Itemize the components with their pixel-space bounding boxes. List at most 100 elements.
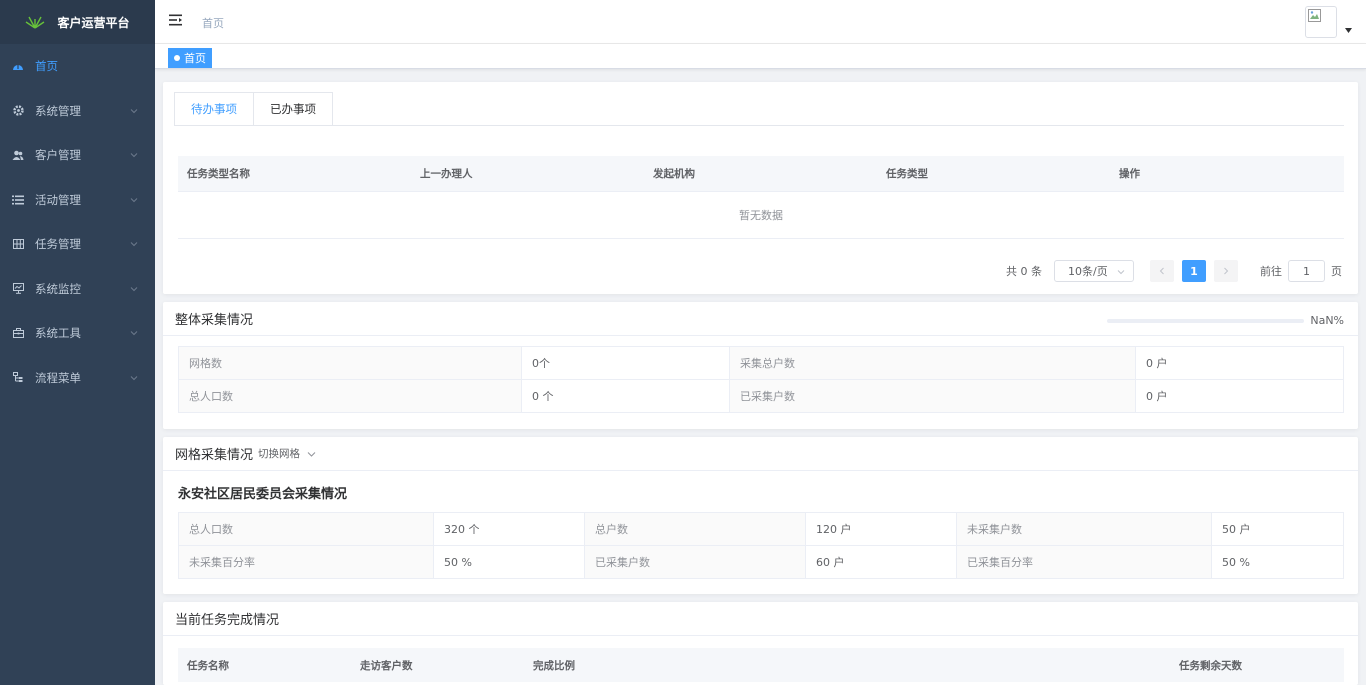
goto-label: 前往 [1260, 265, 1282, 278]
cell-label: 总人口数 [178, 512, 434, 546]
sidebar-item-label: 活动管理 [35, 192, 81, 207]
progress-track [1107, 318, 1305, 323]
chevron-left-icon [1159, 267, 1164, 275]
chevron-down-icon [307, 451, 316, 457]
cell-value: 320 个 [433, 512, 585, 546]
logo-icon [26, 16, 45, 29]
tags-view: 首页 [155, 44, 1366, 69]
grid-subtitle: 永安社区居民委员会采集情况 [178, 487, 348, 502]
column-header[interactable]: 任务类型 [877, 156, 1110, 192]
tasks-title: 当前任务完成情况 [175, 613, 280, 628]
table-header-row: 任务名称 走访客户数 完成比例 任务剩余天数 [178, 648, 1344, 682]
chevron-down-icon [130, 331, 138, 336]
card-header: 当前任务完成情况 [163, 602, 1358, 636]
column-header[interactable]: 任务名称 [178, 648, 351, 682]
cell-label: 已采集户数 [584, 545, 806, 579]
page-number[interactable]: 1 [1182, 260, 1206, 282]
goto-page-input[interactable]: 1 [1288, 260, 1325, 282]
column-header[interactable]: 发起机构 [644, 156, 877, 192]
cell-label: 总人口数 [178, 379, 522, 413]
list-icon [12, 194, 24, 206]
chevron-down-icon [130, 108, 138, 113]
pagination: 共 0 条 10条/页 1 前往 1 页 [1006, 260, 1342, 282]
tasks-card: 当前任务完成情况 任务名称 走访客户数 完成比例 任务剩余天数 [163, 602, 1358, 685]
tab-done[interactable]: 已办事项 [254, 93, 332, 126]
chevron-down-icon [130, 197, 138, 202]
sidebar-item-system-tools[interactable]: 系统工具 [0, 311, 155, 356]
column-header[interactable]: 操作 [1110, 156, 1344, 192]
cell-value: 0 户 [1135, 346, 1344, 380]
column-header[interactable]: 任务剩余天数 [1170, 648, 1344, 682]
card-header: 整体采集情况 NaN% [163, 302, 1358, 336]
sidebar-item-label: 客户管理 [35, 148, 81, 163]
sidebar-item-label: 系统监控 [35, 281, 81, 296]
prev-page-button[interactable] [1150, 260, 1174, 282]
app-title: 客户运营平台 [57, 15, 130, 30]
switch-grid-dropdown[interactable]: 切换网格 [258, 446, 316, 461]
tasks-table: 任务名称 走访客户数 完成比例 任务剩余天数 [178, 648, 1344, 682]
page-size-select[interactable]: 10条/页 [1054, 260, 1134, 282]
dashboard-icon [12, 60, 24, 72]
table-row: 未采集百分率 50 % 已采集户数 60 户 已采集百分率 50 % [178, 545, 1344, 579]
users-icon [12, 149, 24, 161]
cell-label: 采集总户数 [729, 346, 1136, 380]
sidebar-item-task-management[interactable]: 任务管理 [0, 222, 155, 267]
sidebar-item-system-monitor[interactable]: 系统监控 [0, 267, 155, 312]
tag-label: 首页 [184, 52, 206, 65]
cell-value: 50 % [1211, 545, 1344, 579]
cell-label: 未采集百分率 [178, 545, 434, 579]
avatar[interactable] [1305, 6, 1337, 38]
tabs-divider [174, 125, 1344, 126]
logo[interactable]: 客户运营平台 [0, 0, 155, 44]
tab-todo[interactable]: 待办事项 [175, 93, 254, 126]
cell-value: 0个 [521, 346, 730, 380]
todo-card: 待办事项 已办事项 任务类型名称 上一办理人 发起机构 任务类型 操作 暂无数据… [163, 82, 1358, 294]
chevron-down-icon [130, 153, 138, 158]
sidebar-item-label: 首页 [35, 59, 58, 74]
sidebar-item-customer-management[interactable]: 客户管理 [0, 133, 155, 178]
breadcrumb: 首页 [202, 17, 224, 30]
table-row: 网格数 0个 采集总户数 0 户 [178, 346, 1344, 380]
card-header: 网格采集情况 切换网格 [163, 437, 1358, 471]
empty-text: 暂无数据 [178, 191, 1344, 239]
column-header[interactable]: 完成比例 [524, 648, 1170, 682]
caret-down-icon[interactable] [1345, 28, 1352, 33]
column-header[interactable]: 上一办理人 [411, 156, 644, 192]
sidebar-item-activity-management[interactable]: 活动管理 [0, 178, 155, 223]
sidebar-item-label: 任务管理 [35, 237, 81, 252]
overall-table: 网格数 0个 采集总户数 0 户 总人口数 0 个 已采集户数 0 户 [178, 346, 1344, 413]
cell-label: 未采集户数 [956, 512, 1212, 546]
page-suffix: 页 [1331, 265, 1342, 278]
gear-icon [12, 105, 24, 117]
chevron-down-icon [1117, 270, 1125, 275]
cell-label: 已采集户数 [729, 379, 1136, 413]
chevron-right-icon [1224, 267, 1229, 275]
sidebar-item-home[interactable]: 首页 [0, 44, 155, 89]
next-page-button[interactable] [1214, 260, 1238, 282]
overall-progress: NaN% [1107, 314, 1344, 327]
toolbox-icon [12, 327, 24, 339]
todo-tabs: 待办事项 已办事项 [174, 92, 333, 126]
cell-label: 已采集百分率 [956, 545, 1212, 579]
tag-home[interactable]: 首页 [168, 48, 212, 68]
sidebar-item-system-management[interactable]: 系统管理 [0, 89, 155, 134]
sidebar-item-label: 系统工具 [35, 326, 81, 341]
grid-icon [12, 238, 24, 250]
table-row: 总人口数 0 个 已采集户数 0 户 [178, 379, 1344, 413]
pagination-total: 共 0 条 [1006, 265, 1042, 278]
sidebar-item-flow-menu[interactable]: 流程菜单 [0, 356, 155, 401]
column-header[interactable]: 任务类型名称 [178, 156, 411, 192]
cell-value: 50 户 [1211, 512, 1344, 546]
chevron-down-icon [130, 242, 138, 247]
cell-value: 50 % [433, 545, 585, 579]
column-header[interactable]: 走访客户数 [351, 648, 524, 682]
active-dot [174, 55, 180, 61]
sidebar-item-label: 流程菜单 [35, 370, 81, 385]
overall-card: 整体采集情况 NaN% 网格数 0个 采集总户数 0 户 总人口数 0 个 已采… [163, 302, 1358, 429]
grid-table: 总人口数 320 个 总户数 120 户 未采集户数 50 户 未采集百分率 5… [178, 512, 1344, 579]
broken-image-icon [1308, 9, 1321, 22]
hamburger-icon[interactable] [169, 14, 182, 26]
todo-table: 任务类型名称 上一办理人 发起机构 任务类型 操作 暂无数据 [178, 156, 1344, 239]
grid-title: 网格采集情况 [175, 448, 254, 463]
monitor-icon [12, 283, 24, 295]
